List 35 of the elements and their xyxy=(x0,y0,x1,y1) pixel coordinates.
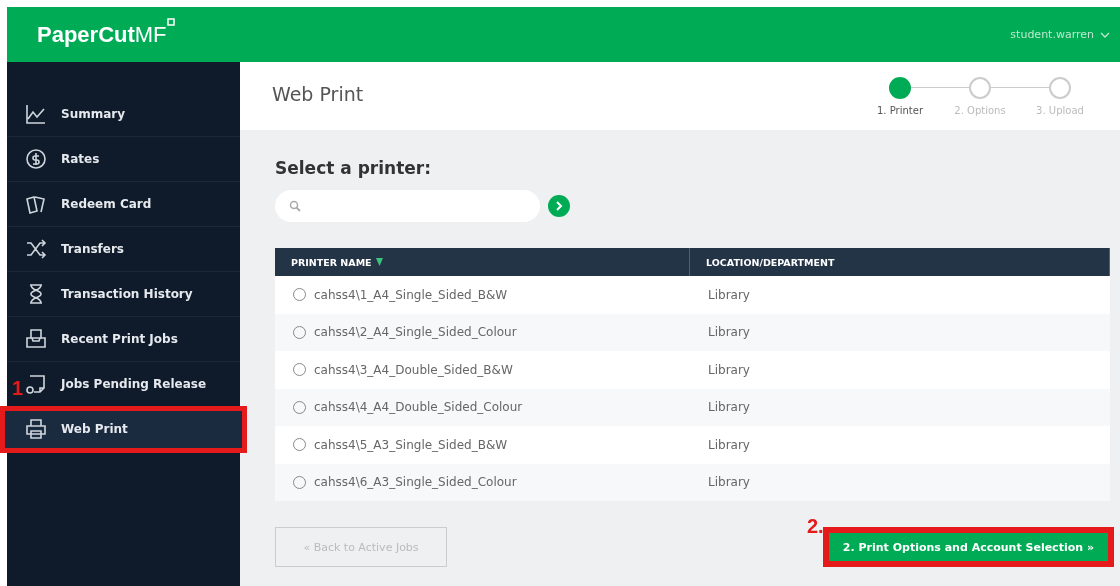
table-cell-text: Library xyxy=(707,474,751,492)
document-icon xyxy=(25,373,47,395)
printer-name: cahss4\6_A3_Single_Sided_Colour xyxy=(314,475,517,490)
printer-name: cahss4\2_A4_Single_Sided_Colour xyxy=(314,325,517,340)
nav-item[interactable]: Web Print xyxy=(1,407,246,452)
tray-icon xyxy=(25,328,47,350)
table-cell-text: Library xyxy=(707,361,751,379)
annotation-label: 2. xyxy=(807,515,824,538)
chevron-down-icon xyxy=(1100,30,1110,39)
annotation-label: 1 xyxy=(12,377,24,400)
section-heading: Select a printer: xyxy=(275,158,432,178)
table-cell-text: Library xyxy=(707,286,751,304)
nav-item[interactable]: Recent Print Jobs xyxy=(7,317,240,362)
search-button[interactable] xyxy=(548,195,570,217)
search-field[interactable] xyxy=(275,190,540,222)
cards-icon xyxy=(25,193,47,215)
table-cell-text: Library xyxy=(707,399,751,417)
printer-name: cahss4\5_A3_Single_Sided_B&W xyxy=(314,437,508,452)
step-label: 1. Printer xyxy=(877,104,923,116)
chart-icon xyxy=(25,103,47,125)
step-label: 2. Options xyxy=(954,104,1006,116)
dollar-icon xyxy=(25,148,47,170)
sort-icon xyxy=(375,258,383,266)
table-cell-text: Library xyxy=(707,324,751,342)
printer-name: cahss4\4_A4_Double_Sided_Colour xyxy=(314,400,523,415)
printer-name: cahss4\3_A4_Double_Sided_B&W xyxy=(314,362,513,377)
logo: PaperCutMF xyxy=(37,21,175,48)
printer-name: cahss4\1_A4_Single_Sided_B&W xyxy=(314,287,508,302)
table-cell-text: Library xyxy=(707,436,751,454)
printer-icon xyxy=(25,418,47,440)
chevron-right-icon xyxy=(554,201,564,211)
page-title: Web Print xyxy=(272,83,364,105)
step-label: 3. Upload xyxy=(1036,104,1084,116)
shuffle-icon xyxy=(25,238,47,260)
search-icon xyxy=(289,200,301,212)
